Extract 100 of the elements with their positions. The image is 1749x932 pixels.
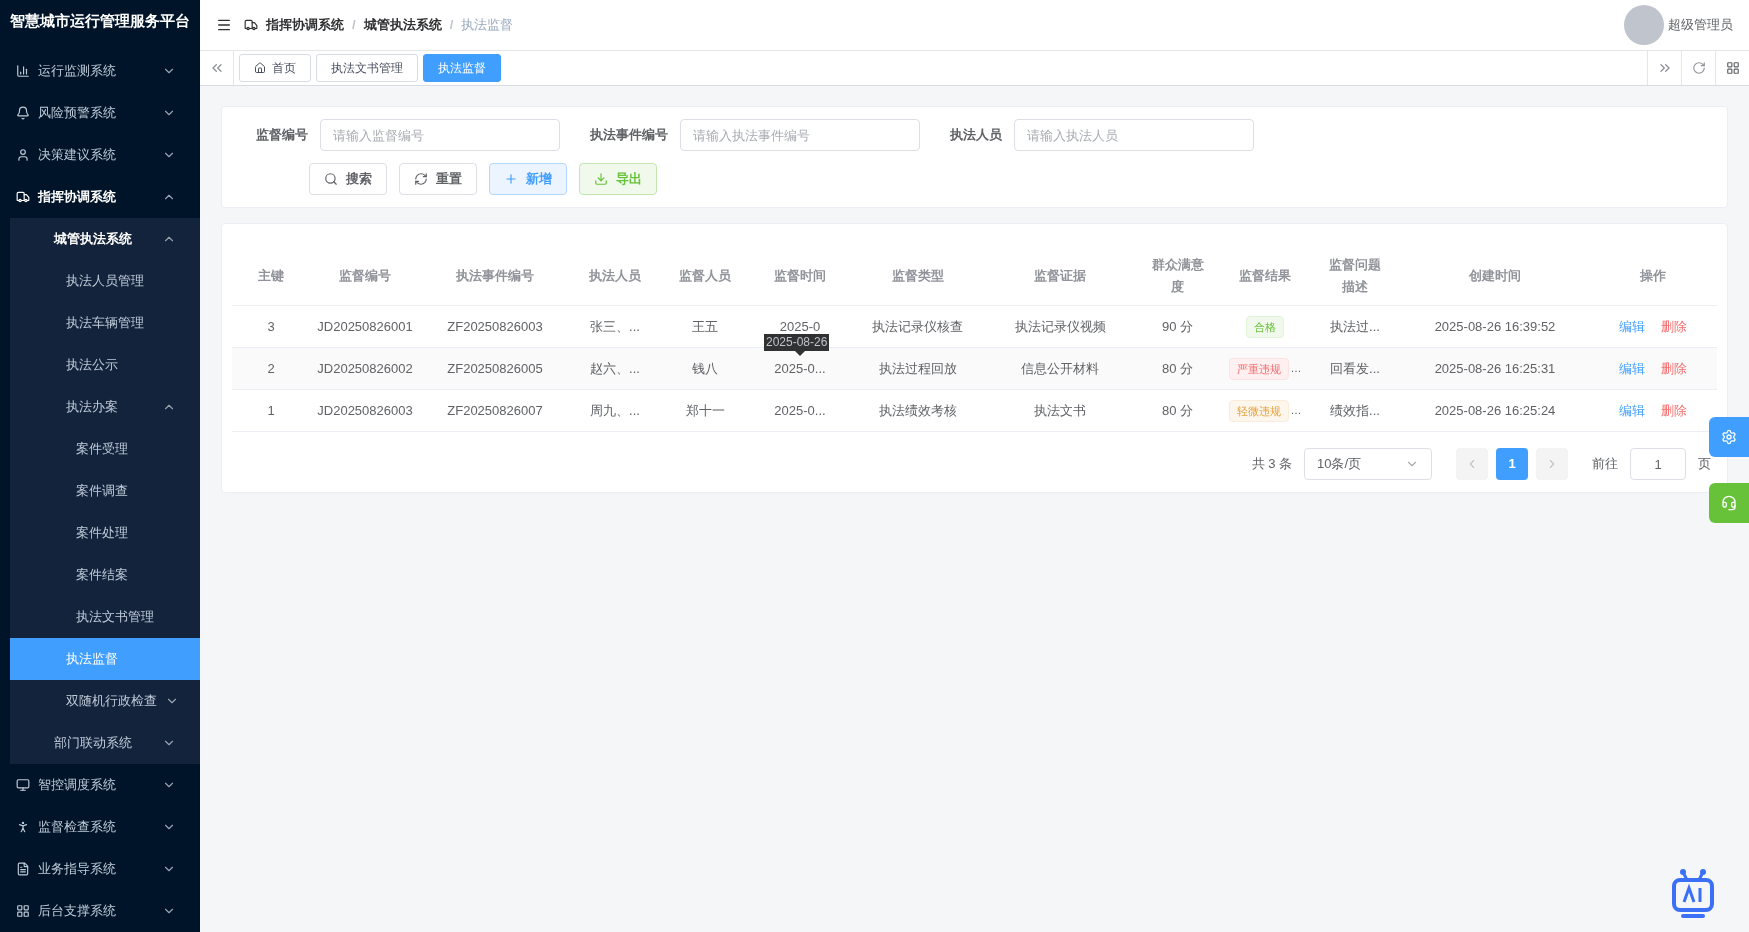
menu-group[interactable]: 指挥协调系统 xyxy=(0,176,200,218)
column-header: 监督编号 xyxy=(338,266,392,285)
prev-page-button[interactable] xyxy=(1456,448,1488,480)
table-cell-text: 周九、... xyxy=(589,401,641,420)
input-field[interactable]: 请输入执法人员 xyxy=(1014,119,1254,151)
overflow-ellipsis: … xyxy=(1290,361,1302,377)
field-label: 监督编号 xyxy=(256,126,308,145)
menu-group[interactable]: 决策建议系统 xyxy=(0,134,200,176)
tooltip: 2025-08-26 xyxy=(764,334,830,351)
bell-icon xyxy=(16,106,30,120)
menu-label: 决策建议系统 xyxy=(38,146,116,165)
column-header: 群众满意度 xyxy=(1150,255,1205,296)
table-cell-text: 回看发... xyxy=(1329,359,1381,378)
menu-group[interactable]: 后台支撑系统 xyxy=(0,890,200,932)
table-cell-text: ZF20250826007 xyxy=(446,401,544,420)
table-cell-text: 王五 xyxy=(691,317,719,336)
bar-chart-icon xyxy=(16,64,30,78)
field-label: 执法事件编号 xyxy=(590,126,668,145)
status-tag: 严重违规 xyxy=(1228,357,1289,380)
menu-item[interactable]: 执法文书管理 xyxy=(10,596,200,638)
input-field[interactable]: 请输入执法事件编号 xyxy=(680,119,920,151)
avatar[interactable] xyxy=(1624,5,1664,45)
menu-item[interactable]: 执法车辆管理 xyxy=(10,302,200,344)
download-icon xyxy=(594,172,608,186)
menu-group[interactable]: 业务指导系统 xyxy=(0,848,200,890)
menu-item[interactable]: 案件受理 xyxy=(10,428,200,470)
column-header: 监督类型 xyxy=(890,266,945,285)
menu-group[interactable]: 监督检查系统 xyxy=(0,806,200,848)
table-cell-text: ZF20250826003 xyxy=(446,317,544,336)
table-cell-text: 2 xyxy=(266,359,276,378)
table-cell-text: ZF20250826005 xyxy=(446,359,544,378)
page-size-select[interactable]: 10条/页 xyxy=(1304,448,1432,480)
menu-group[interactable]: 运行监测系统 xyxy=(0,50,200,92)
column-header: 监督证据 xyxy=(1033,266,1087,285)
table-cell-text: JD20250826001 xyxy=(316,317,414,336)
column-header: 主键 xyxy=(257,266,285,285)
overflow-ellipsis: … xyxy=(1290,403,1302,419)
reset-button[interactable]: 重置 xyxy=(399,163,477,195)
table-cell-text: 信息公开材料 xyxy=(1020,359,1100,378)
next-page-button[interactable] xyxy=(1536,448,1568,480)
table-cell-text: 执法过程回放 xyxy=(877,359,958,378)
table-cell-text: 1 xyxy=(266,401,276,420)
menu-group[interactable]: 智控调度系统 xyxy=(0,764,200,806)
menu-label: 部门联动系统 xyxy=(54,734,132,753)
menu-group[interactable]: 城管执法系统 xyxy=(10,218,200,260)
table-cell-text: JD20250826002 xyxy=(316,359,414,378)
menu-label: 运行监测系统 xyxy=(38,62,116,81)
menu-group[interactable]: 双随机行政检查 xyxy=(10,680,200,722)
user-name[interactable]: 超级管理员 xyxy=(1668,15,1733,35)
app-title: 智慧城市运行管理服务平台 xyxy=(9,10,191,31)
monitor-icon xyxy=(16,778,30,792)
menu-icon[interactable] xyxy=(216,17,232,33)
column-header: 创建时间 xyxy=(1468,266,1522,285)
table-cell-text: 2025-08-26 16:25:24 xyxy=(1433,401,1557,420)
menu-item[interactable]: 案件调查 xyxy=(10,470,200,512)
input-field[interactable]: 请输入监督编号 xyxy=(320,119,560,151)
breadcrumb-separator: / xyxy=(352,16,356,35)
ai-robot-icon[interactable] xyxy=(1671,868,1715,920)
column-header: 操作 xyxy=(1639,266,1667,285)
column-header: 监督问题描述 xyxy=(1328,255,1382,296)
truck-icon xyxy=(16,190,30,204)
page-input[interactable]: 1 xyxy=(1630,448,1686,480)
settings-button[interactable] xyxy=(1709,417,1749,457)
table-cell-text: JD20250826003 xyxy=(316,401,414,420)
table-cell-text: 90 分 xyxy=(1160,317,1195,336)
menu-item[interactable]: 案件处理 xyxy=(10,512,200,554)
menu-group[interactable]: 执法办案 xyxy=(10,386,200,428)
menu-label: 执法办案 xyxy=(66,398,118,417)
grid-icon xyxy=(16,904,30,918)
table-cell-text: 2025-08-26 16:25:31 xyxy=(1433,359,1557,378)
menu-item[interactable]: 案件结案 xyxy=(10,554,200,596)
column-header: 监督人员 xyxy=(678,266,732,285)
menu-item[interactable]: 执法公示 xyxy=(10,344,200,386)
refresh-icon xyxy=(1691,61,1706,75)
menu-label: 后台支撑系统 xyxy=(38,902,116,921)
walking-person-icon xyxy=(16,820,30,834)
plus-icon xyxy=(504,172,518,186)
table-cell-text: 赵六、... xyxy=(589,359,641,378)
breadcrumb-item[interactable]: 城管执法系统 xyxy=(363,15,442,35)
menu-label: 城管执法系统 xyxy=(54,230,132,249)
search-icon xyxy=(324,172,338,186)
menu-label: 智控调度系统 xyxy=(38,776,116,795)
tab[interactable]: 执法文书管理 xyxy=(316,54,418,82)
table-cell-text: 执法文书 xyxy=(1033,401,1087,420)
column-header: 执法事件编号 xyxy=(455,266,535,285)
tab[interactable]: 首页 xyxy=(239,54,311,82)
table-cell-text: 执法绩效考核 xyxy=(877,401,958,420)
table-cell-text: 郑十一 xyxy=(684,401,726,420)
menu-item[interactable]: 执法人员管理 xyxy=(10,260,200,302)
search-button[interactable]: 搜索 xyxy=(309,163,387,195)
support-button[interactable] xyxy=(1709,483,1749,523)
status-tag: 合格 xyxy=(1246,315,1284,338)
menu-group[interactable]: 部门联动系统 xyxy=(10,722,200,764)
breadcrumb-item[interactable]: 指挥协调系统 xyxy=(266,15,344,35)
menu-label: 双随机行政检查 xyxy=(66,692,157,711)
field-label: 执法人员 xyxy=(950,126,1002,145)
refresh-icon xyxy=(414,172,428,186)
table-cell-text: 3 xyxy=(266,317,276,336)
table-cell-text: 2025-0... xyxy=(773,401,827,420)
menu-group[interactable]: 风险预警系统 xyxy=(0,92,200,134)
